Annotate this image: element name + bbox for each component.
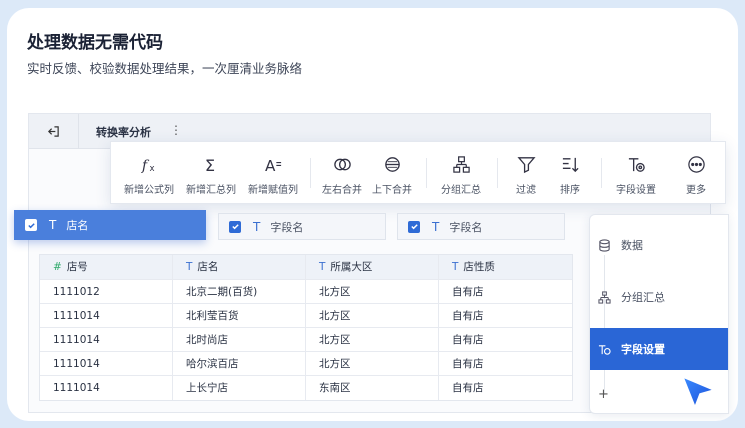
table-cell[interactable]: 自有店 — [439, 328, 572, 351]
table-cell[interactable]: 自有店 — [439, 280, 572, 303]
merge-vertical-icon — [384, 157, 400, 172]
field-chip[interactable]: T 字段名 — [397, 213, 565, 240]
column-header[interactable]: T 所属大区 — [306, 255, 439, 279]
table-cell[interactable]: 北方区 — [306, 280, 439, 303]
text-type-icon: T — [49, 218, 57, 232]
tab-more-icon[interactable]: ⋮ — [170, 123, 182, 137]
table-cell[interactable]: 北方区 — [306, 352, 439, 375]
tool-merge-vertical[interactable]: 上下合并 — [364, 142, 420, 205]
field-chip-label: 店名 — [66, 219, 89, 232]
checkbox-checked[interactable] — [408, 220, 420, 233]
tool-add-assign-column[interactable]: A 新增赋值列 — [241, 142, 305, 205]
headline: 处理数据无需代码 — [27, 33, 163, 53]
table-cell[interactable]: 自有店 — [439, 376, 572, 400]
field-chip-label: 字段名 — [270, 220, 304, 234]
field-chip-label: 字段名 — [449, 220, 483, 234]
tool-sort[interactable]: 排序 — [545, 142, 595, 205]
table-cell[interactable]: 哈尔滨百店 — [173, 352, 306, 375]
table-header-row: # 店号 T 店名 T 所属大区 T 店性质 — [40, 255, 572, 280]
step-field-settings[interactable]: 字段设置 — [590, 328, 728, 370]
text-type-icon: T — [452, 261, 459, 273]
add-step-icon[interactable]: + — [598, 387, 609, 402]
table-cell[interactable]: 东南区 — [306, 376, 439, 400]
table-cell[interactable]: 1111014 — [40, 352, 173, 375]
tool-merge-horizontal[interactable]: 左右合并 — [314, 142, 370, 205]
exit-button[interactable] — [29, 114, 79, 149]
transform-toolbar: fx 新增公式列 Σ 新增汇总列 A 新增赋值列 左右合并 上下合并 分组汇总 … — [110, 141, 726, 204]
svg-text:f: f — [140, 158, 149, 174]
column-header[interactable]: T 店性质 — [439, 255, 572, 279]
table-row: 1111014 北利莹百货 北方区 自有店 — [40, 304, 572, 328]
text-type-icon: T — [319, 261, 326, 273]
field-chip-active[interactable]: T 店名 — [14, 210, 206, 240]
sigma-icon: Σ — [204, 156, 214, 174]
merge-horizontal-icon — [333, 158, 351, 171]
tool-more[interactable]: 更多 — [671, 142, 721, 205]
subline: 实时反馈、校验数据处理结果，一次厘清业务脉络 — [27, 61, 303, 76]
database-icon — [599, 238, 610, 252]
field-settings-icon — [628, 158, 645, 172]
check-icon — [231, 224, 239, 230]
data-table: # 店号 T 店名 T 所属大区 T 店性质 1111012 北京二期(百货) 北方区 … — [39, 254, 573, 401]
table-cell[interactable]: 北方区 — [306, 328, 439, 351]
table-cell[interactable]: 1111014 — [40, 304, 173, 327]
svg-text:x: x — [149, 164, 154, 174]
number-type-icon: # — [53, 261, 62, 273]
check-icon — [27, 222, 35, 228]
table-row: 1111014 上长宁店 东南区 自有店 — [40, 376, 572, 400]
group-icon — [452, 156, 470, 173]
table-cell[interactable]: 1111014 — [40, 376, 173, 400]
feature-card: 处理数据无需代码 实时反馈、校验数据处理结果，一次厘清业务脉络 转换率分析 ⋮ … — [7, 8, 738, 421]
text-type-icon: T — [186, 261, 193, 273]
table-cell[interactable]: 北方区 — [306, 304, 439, 327]
tool-field-settings[interactable]: 字段设置 — [605, 142, 667, 205]
table-cell[interactable]: 北京二期(百货) — [173, 280, 306, 303]
column-header[interactable]: T 店名 — [173, 255, 306, 279]
step-data[interactable]: 数据 — [590, 225, 728, 265]
checkbox-checked[interactable] — [25, 219, 37, 231]
tool-add-summary-column[interactable]: Σ 新增汇总列 — [179, 142, 243, 205]
table-cell[interactable]: 1111012 — [40, 280, 173, 303]
text-type-icon: T — [432, 219, 440, 234]
table-cell[interactable]: 自有店 — [439, 352, 572, 375]
step-group-summary[interactable]: 分组汇总 — [590, 277, 728, 317]
table-cell[interactable]: 北利莹百货 — [173, 304, 306, 327]
tab-title[interactable]: 转换率分析 — [96, 124, 151, 140]
table-cell[interactable]: 1111014 — [40, 328, 173, 351]
table-row: 1111012 北京二期(百货) 北方区 自有店 — [40, 280, 572, 304]
table-cell[interactable]: 北时尚店 — [173, 328, 306, 351]
tool-add-formula-column[interactable]: fx 新增公式列 — [117, 142, 181, 205]
cursor-pointer-icon — [682, 376, 715, 408]
table-row: 1111014 哈尔滨百店 北方区 自有店 — [40, 352, 572, 376]
more-icon — [687, 156, 705, 173]
column-header[interactable]: # 店号 — [40, 255, 173, 279]
table-cell[interactable]: 上长宁店 — [173, 376, 306, 400]
tool-filter[interactable]: 过滤 — [501, 142, 551, 205]
field-chip[interactable]: T 字段名 — [218, 213, 386, 240]
text-type-icon: T — [253, 219, 261, 234]
filter-icon — [516, 157, 536, 174]
svg-text:Σ: Σ — [204, 156, 214, 174]
assign-icon: A — [264, 157, 281, 174]
table-row: 1111014 北时尚店 北方区 自有店 — [40, 328, 572, 352]
field-settings-icon — [598, 344, 611, 355]
table-cell[interactable]: 自有店 — [439, 304, 572, 327]
check-icon — [410, 224, 418, 230]
svg-text:A: A — [264, 157, 275, 174]
sort-icon — [562, 157, 579, 173]
exit-icon — [48, 126, 59, 137]
formula-icon: fx — [140, 158, 154, 174]
checkbox-checked[interactable] — [229, 220, 241, 233]
group-icon — [598, 290, 611, 304]
tool-group-summary[interactable]: 分组汇总 — [431, 142, 491, 205]
